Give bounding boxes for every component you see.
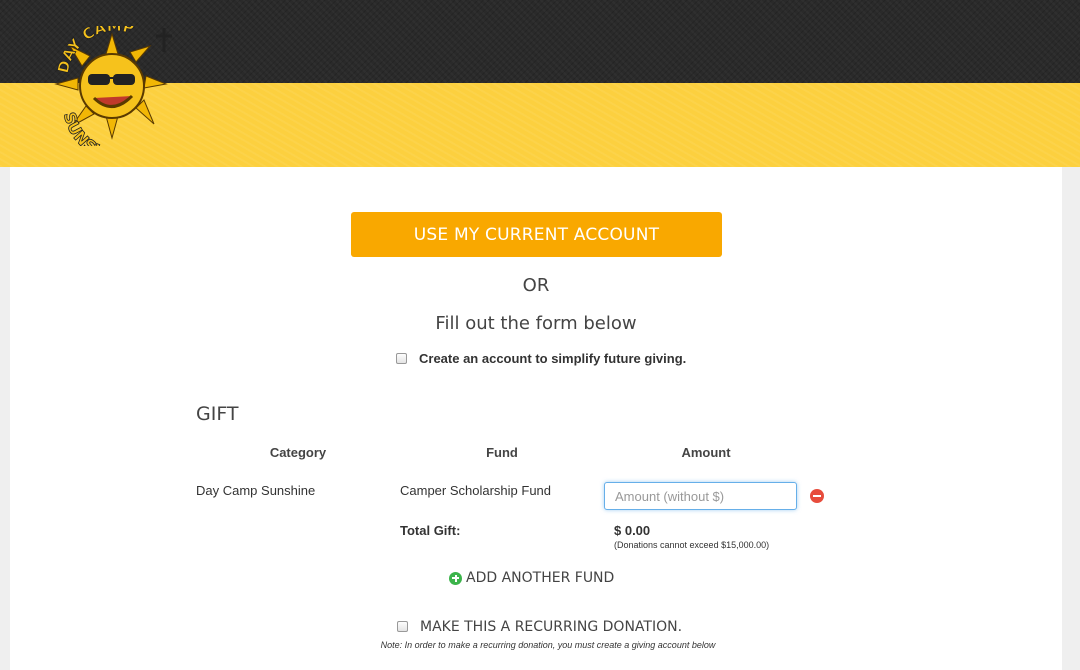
create-account-checkbox[interactable]	[396, 353, 407, 364]
column-header-amount: Amount	[681, 445, 731, 460]
recurring-donation-note: Note: In order to make a recurring donat…	[380, 640, 716, 650]
day-camp-sunshine-logo[interactable]: DAY CAMP SUNSHINE	[50, 16, 182, 165]
column-header-fund: Fund	[486, 445, 518, 460]
remove-circle-icon[interactable]	[810, 489, 824, 503]
create-account-label[interactable]: Create an account to simplify future giv…	[419, 351, 686, 366]
gift-section-title: GIFT	[196, 403, 239, 425]
total-gift-amount: $ 0.00	[614, 523, 651, 538]
plus-circle-icon	[449, 571, 462, 585]
gift-row-category: Day Camp Sunshine	[196, 483, 316, 498]
fill-form-heading: Fill out the form below	[435, 313, 637, 334]
or-separator: OR	[522, 275, 550, 296]
gift-row-fund: Camper Scholarship Fund	[400, 483, 552, 498]
add-another-fund-label: ADD ANOTHER FUND	[466, 570, 615, 586]
recurring-donation-checkbox[interactable]	[397, 621, 408, 632]
recurring-donation-label[interactable]: MAKE THIS A RECURRING DONATION.	[420, 619, 682, 635]
amount-input[interactable]	[604, 482, 797, 510]
add-another-fund-button[interactable]: ADD ANOTHER FUND	[449, 570, 614, 586]
total-gift-label: Total Gift:	[400, 523, 461, 538]
use-current-account-button[interactable]: USE MY CURRENT ACCOUNT	[351, 212, 722, 257]
column-header-category: Category	[269, 445, 327, 460]
donation-limit-note: (Donations cannot exceed $15,000.00)	[614, 540, 770, 550]
